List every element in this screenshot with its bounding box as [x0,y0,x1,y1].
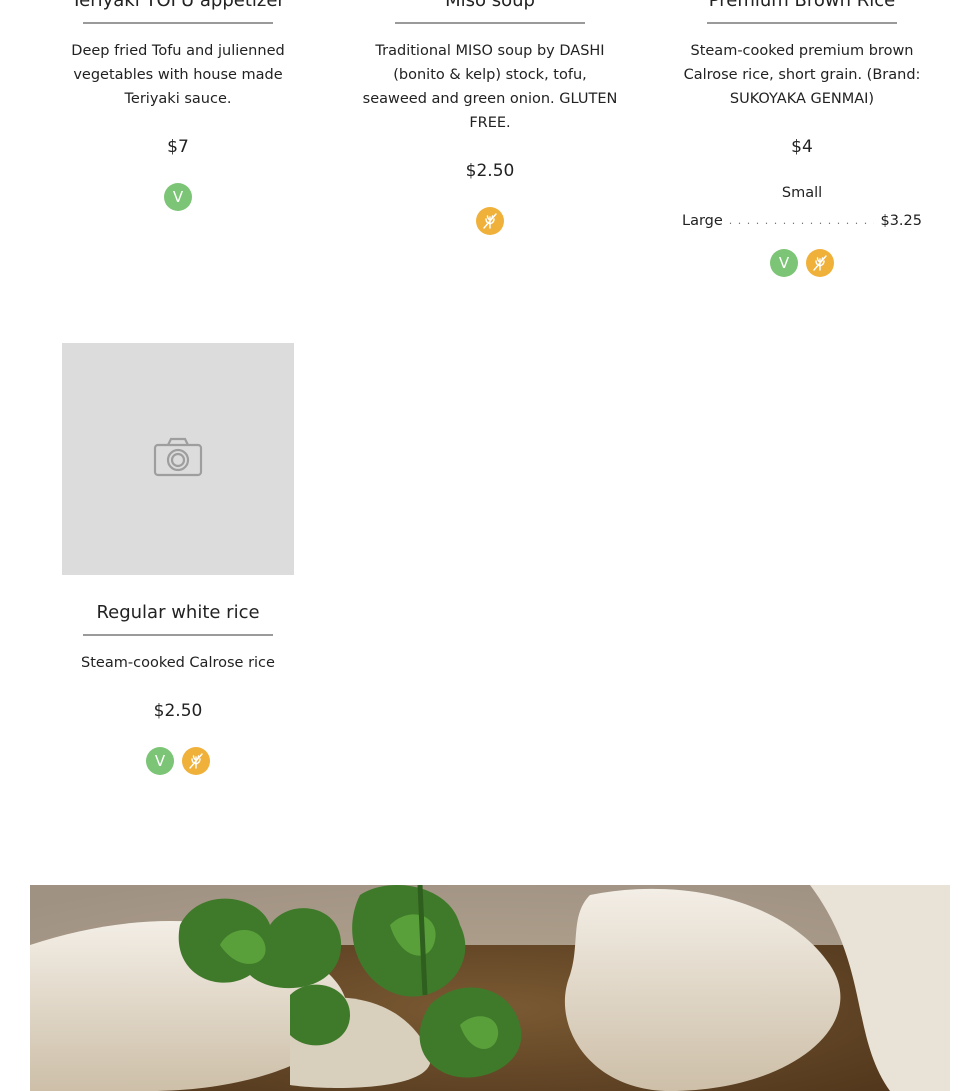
item-title: Miso soup [445,0,535,11]
dumpling-soup-photo [30,885,950,1091]
title-divider [395,22,585,24]
title-divider [83,634,273,636]
item-price: $2.50 [465,161,515,181]
vegetarian-icon: V [770,249,798,277]
menu-item-card: Teriyaki TOFU appetizer Deep fried Tofu … [48,0,308,211]
menu-item-card: Miso soup Traditional MISO soup by DASHI… [360,0,620,235]
vegetarian-icon: V [164,183,192,211]
item-price: $2.50 [153,701,203,721]
item-image-placeholder [62,343,294,575]
menu-item-card: Premium Brown Rice Steam-cooked premium … [672,0,932,277]
vegetarian-icon: V [146,747,174,775]
gluten-free-icon [182,747,210,775]
item-title: Teriyaki TOFU appetizer [71,0,285,11]
price-variants: Small Large . . . . . . . . . . . . . . … [672,179,932,235]
item-price: $4 [791,137,813,157]
dietary-badges [360,207,620,235]
variant-row: Large . . . . . . . . . . . . . . . . . … [672,207,932,235]
leader-dots: . . . . . . . . . . . . . . . . . . . . … [728,214,875,227]
variant-name: Small [781,185,823,201]
item-description: Steam-cooked Calrose rice [81,655,275,671]
gluten-free-icon [806,249,834,277]
camera-placeholder-icon [153,437,203,481]
item-description: Traditional MISO soup by DASHI (bonito &… [362,43,618,131]
menu-item-card: Regular white rice Steam-cooked Calrose … [48,602,308,775]
item-description: Steam-cooked premium brown Calrose rice,… [683,43,921,107]
item-description: Deep fried Tofu and julienned vegetables… [71,43,285,107]
gluten-free-icon [476,207,504,235]
item-title: Regular white rice [96,602,260,623]
dietary-badges: V [48,747,308,775]
item-price: $7 [167,137,189,157]
title-divider [707,22,897,24]
variant-name: Large [682,213,723,229]
dietary-badges: V [672,249,932,277]
item-title: Premium Brown Rice [708,0,896,11]
variant-row: Small [672,179,932,207]
variant-price: $3.25 [880,213,922,229]
title-divider [83,22,273,24]
dietary-badges: V [48,183,308,211]
